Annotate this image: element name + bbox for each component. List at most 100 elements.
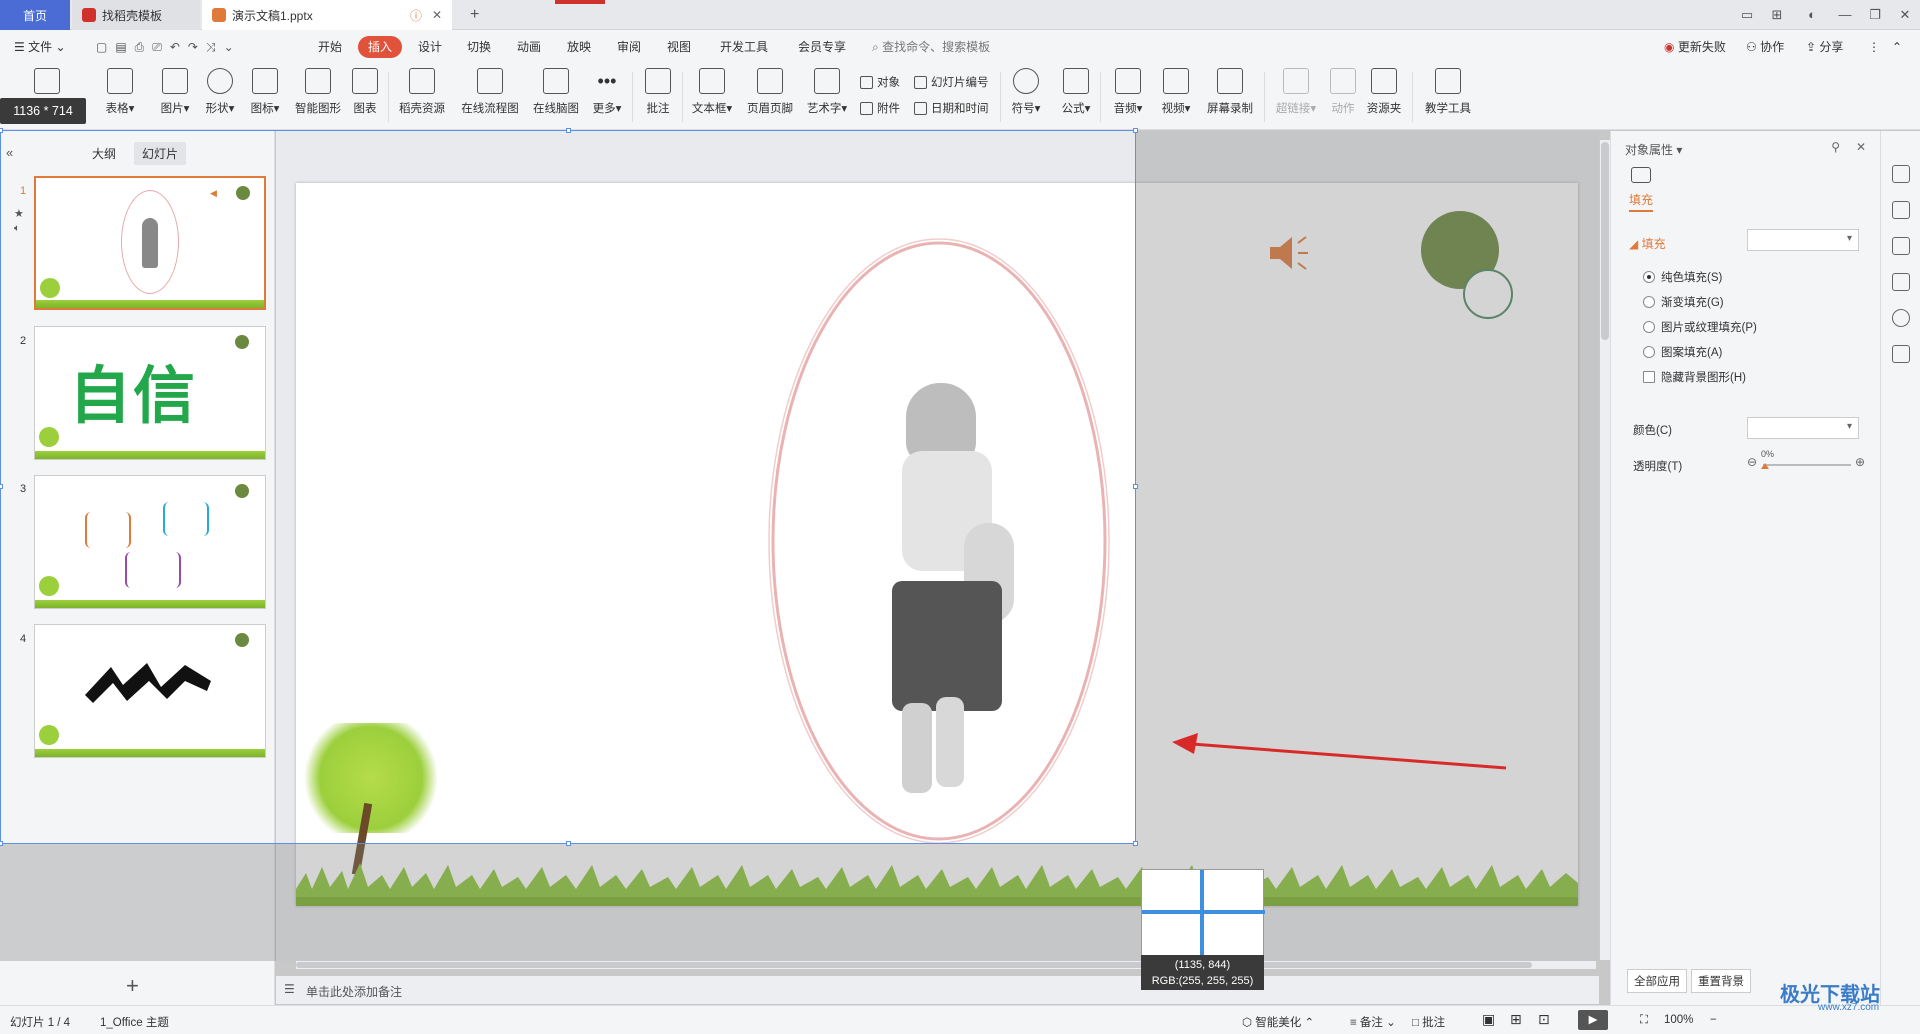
menu-view[interactable]: 视图: [667, 38, 691, 56]
audio-button[interactable]: 音频▾: [1108, 68, 1148, 116]
comments-toggle[interactable]: □ 批注: [1412, 1014, 1445, 1030]
beautify-button[interactable]: ⬡ 智能美化 ⌃: [1242, 1014, 1314, 1030]
restore-icon[interactable]: ❐: [1866, 6, 1884, 24]
comment-button[interactable]: 批注: [640, 68, 676, 116]
menu-insert[interactable]: 插入: [358, 36, 403, 58]
hide-background-checkbox[interactable]: 隐藏背景图形(H): [1643, 369, 1746, 385]
fill-type-dropdown[interactable]: [1747, 229, 1859, 251]
layout-icon[interactable]: ▭: [1738, 6, 1756, 24]
table-button[interactable]: 表格▾: [100, 68, 140, 116]
smartart-button[interactable]: 智能图形: [290, 68, 346, 116]
menu-design[interactable]: 设计: [418, 38, 442, 56]
reading-view-icon[interactable]: ⊡: [1538, 1011, 1550, 1028]
more-options-icon[interactable]: ⋮: [1868, 38, 1880, 56]
normal-view-icon[interactable]: ▣: [1482, 1011, 1495, 1028]
symbol-button[interactable]: 符号▾: [1008, 68, 1044, 116]
update-status[interactable]: ◉ 更新失败: [1664, 38, 1726, 56]
flowchart-button[interactable]: 在线流程图: [458, 68, 522, 116]
daoke-resource-button[interactable]: 稻壳资源: [394, 68, 450, 116]
file-menu[interactable]: ☰ 文件 ⌄: [14, 38, 66, 56]
color-dropdown[interactable]: [1747, 417, 1859, 439]
location-icon[interactable]: [1892, 309, 1910, 327]
slider-thumb[interactable]: [1761, 463, 1769, 469]
tab-document[interactable]: 演示文稿1.pptx ⓘ ✕: [202, 0, 452, 30]
chart-button[interactable]: 图表: [350, 68, 380, 116]
resize-handle[interactable]: [1133, 841, 1138, 846]
menu-animation[interactable]: 动画: [517, 38, 541, 56]
resize-handle[interactable]: [0, 484, 3, 489]
decrease-icon[interactable]: ⊖: [1747, 455, 1757, 469]
scrollbar-thumb[interactable]: [1601, 142, 1609, 340]
hyperlink-button[interactable]: 超链接▾: [1272, 68, 1320, 116]
scrollbar-thumb[interactable]: [296, 962, 1532, 968]
add-slide-button[interactable]: +: [126, 973, 139, 999]
resize-handle[interactable]: [1133, 484, 1138, 489]
menu-developer[interactable]: 开发工具: [720, 38, 768, 56]
slide-number-button[interactable]: 幻灯片编号: [914, 74, 989, 90]
animation-icon[interactable]: [1892, 201, 1910, 219]
apply-all-button[interactable]: 全部应用: [1627, 969, 1687, 993]
wordart-button[interactable]: 艺术字▾: [804, 68, 850, 116]
resource-folder-button[interactable]: 资源夹: [1362, 68, 1406, 116]
notes-toggle[interactable]: ≡ 备注 ⌄: [1350, 1014, 1396, 1030]
object-button[interactable]: 对象: [860, 74, 900, 90]
transparency-slider[interactable]: [1763, 464, 1851, 466]
sorter-view-icon[interactable]: ⊞: [1510, 1011, 1522, 1028]
resize-handle[interactable]: [566, 128, 571, 133]
vertical-scrollbar[interactable]: [1600, 140, 1610, 960]
more-button[interactable]: ••• 更多▾: [590, 68, 624, 116]
collapse-ribbon-icon[interactable]: ⌃: [1892, 38, 1902, 56]
teaching-tools-button[interactable]: 教学工具: [1420, 68, 1476, 116]
close-window-icon[interactable]: ✕: [1896, 6, 1914, 24]
increase-icon[interactable]: ⊕: [1855, 455, 1865, 469]
minimize-icon[interactable]: —: [1836, 6, 1854, 24]
play-slideshow-button[interactable]: ▶: [1578, 1010, 1608, 1030]
capture-selection[interactable]: [0, 128, 1138, 846]
share-button[interactable]: ⇪ 分享: [1806, 38, 1843, 56]
zoom-level[interactable]: 100%: [1664, 1014, 1693, 1026]
zoom-out-icon[interactable]: −: [1710, 1014, 1717, 1026]
picture-fill-radio[interactable]: 图片或纹理填充(P): [1643, 319, 1757, 335]
icon-button[interactable]: 图标▾: [245, 68, 285, 116]
close-tab-icon[interactable]: ✕: [432, 8, 442, 22]
collaborate-button[interactable]: ⚇ 协作: [1746, 38, 1784, 56]
mindmap-button[interactable]: 在线脑图: [530, 68, 582, 116]
tab-templates[interactable]: 找稻壳模板: [72, 0, 200, 30]
formula-button[interactable]: 公式▾: [1058, 68, 1094, 116]
grid-icon[interactable]: ⊞: [1768, 6, 1786, 24]
attachment-button[interactable]: 附件: [860, 100, 900, 116]
solid-fill-radio[interactable]: 纯色填充(S): [1643, 269, 1722, 285]
tab-fill[interactable]: 填充: [1629, 191, 1654, 212]
fill-section-header[interactable]: ◢ 填充: [1629, 235, 1666, 252]
notes-bar[interactable]: ☰ 单击此处添加备注: [276, 976, 1599, 1004]
reset-background-button[interactable]: 重置背景: [1691, 969, 1751, 993]
book-icon[interactable]: [1892, 345, 1910, 363]
new-tab-button[interactable]: +: [460, 0, 489, 30]
menu-slideshow[interactable]: 放映: [567, 38, 591, 56]
resize-handle[interactable]: [0, 128, 3, 133]
pattern-fill-radio[interactable]: 图案填充(A): [1643, 344, 1722, 360]
textbox-button[interactable]: 文本框▾: [688, 68, 736, 116]
video-button[interactable]: 视频▾: [1156, 68, 1196, 116]
shape-button[interactable]: 形状▾: [200, 68, 240, 116]
panel-title[interactable]: 对象属性 ▾: [1625, 141, 1682, 158]
header-footer-button[interactable]: 页眉页脚: [744, 68, 796, 116]
gradient-fill-radio[interactable]: 渐变填充(G): [1643, 294, 1724, 310]
skin-icon[interactable]: ◐: [1803, 6, 1821, 24]
picture-button[interactable]: 图片▾: [155, 68, 195, 116]
fit-window-icon[interactable]: ⛶: [1640, 1014, 1648, 1027]
pin-icon[interactable]: ⚲: [1831, 140, 1840, 154]
close-panel-icon[interactable]: ✕: [1856, 140, 1866, 154]
menu-review[interactable]: 审阅: [617, 38, 641, 56]
horizontal-scrollbar[interactable]: [296, 961, 1596, 969]
new-slide-button[interactable]: [30, 68, 64, 100]
theme-name[interactable]: 1_Office 主题: [100, 1014, 169, 1030]
properties-icon[interactable]: [1892, 165, 1910, 183]
menu-transition[interactable]: 切换: [467, 38, 491, 56]
menu-member[interactable]: 会员专享: [798, 38, 846, 56]
tab-home[interactable]: 首页: [0, 0, 70, 30]
menu-start[interactable]: 开始: [318, 38, 342, 56]
action-button[interactable]: 动作: [1328, 68, 1358, 116]
screen-record-button[interactable]: 屏幕录制: [1204, 68, 1256, 116]
command-search[interactable]: ⌕ 查找命令、搜索模板: [872, 38, 990, 56]
